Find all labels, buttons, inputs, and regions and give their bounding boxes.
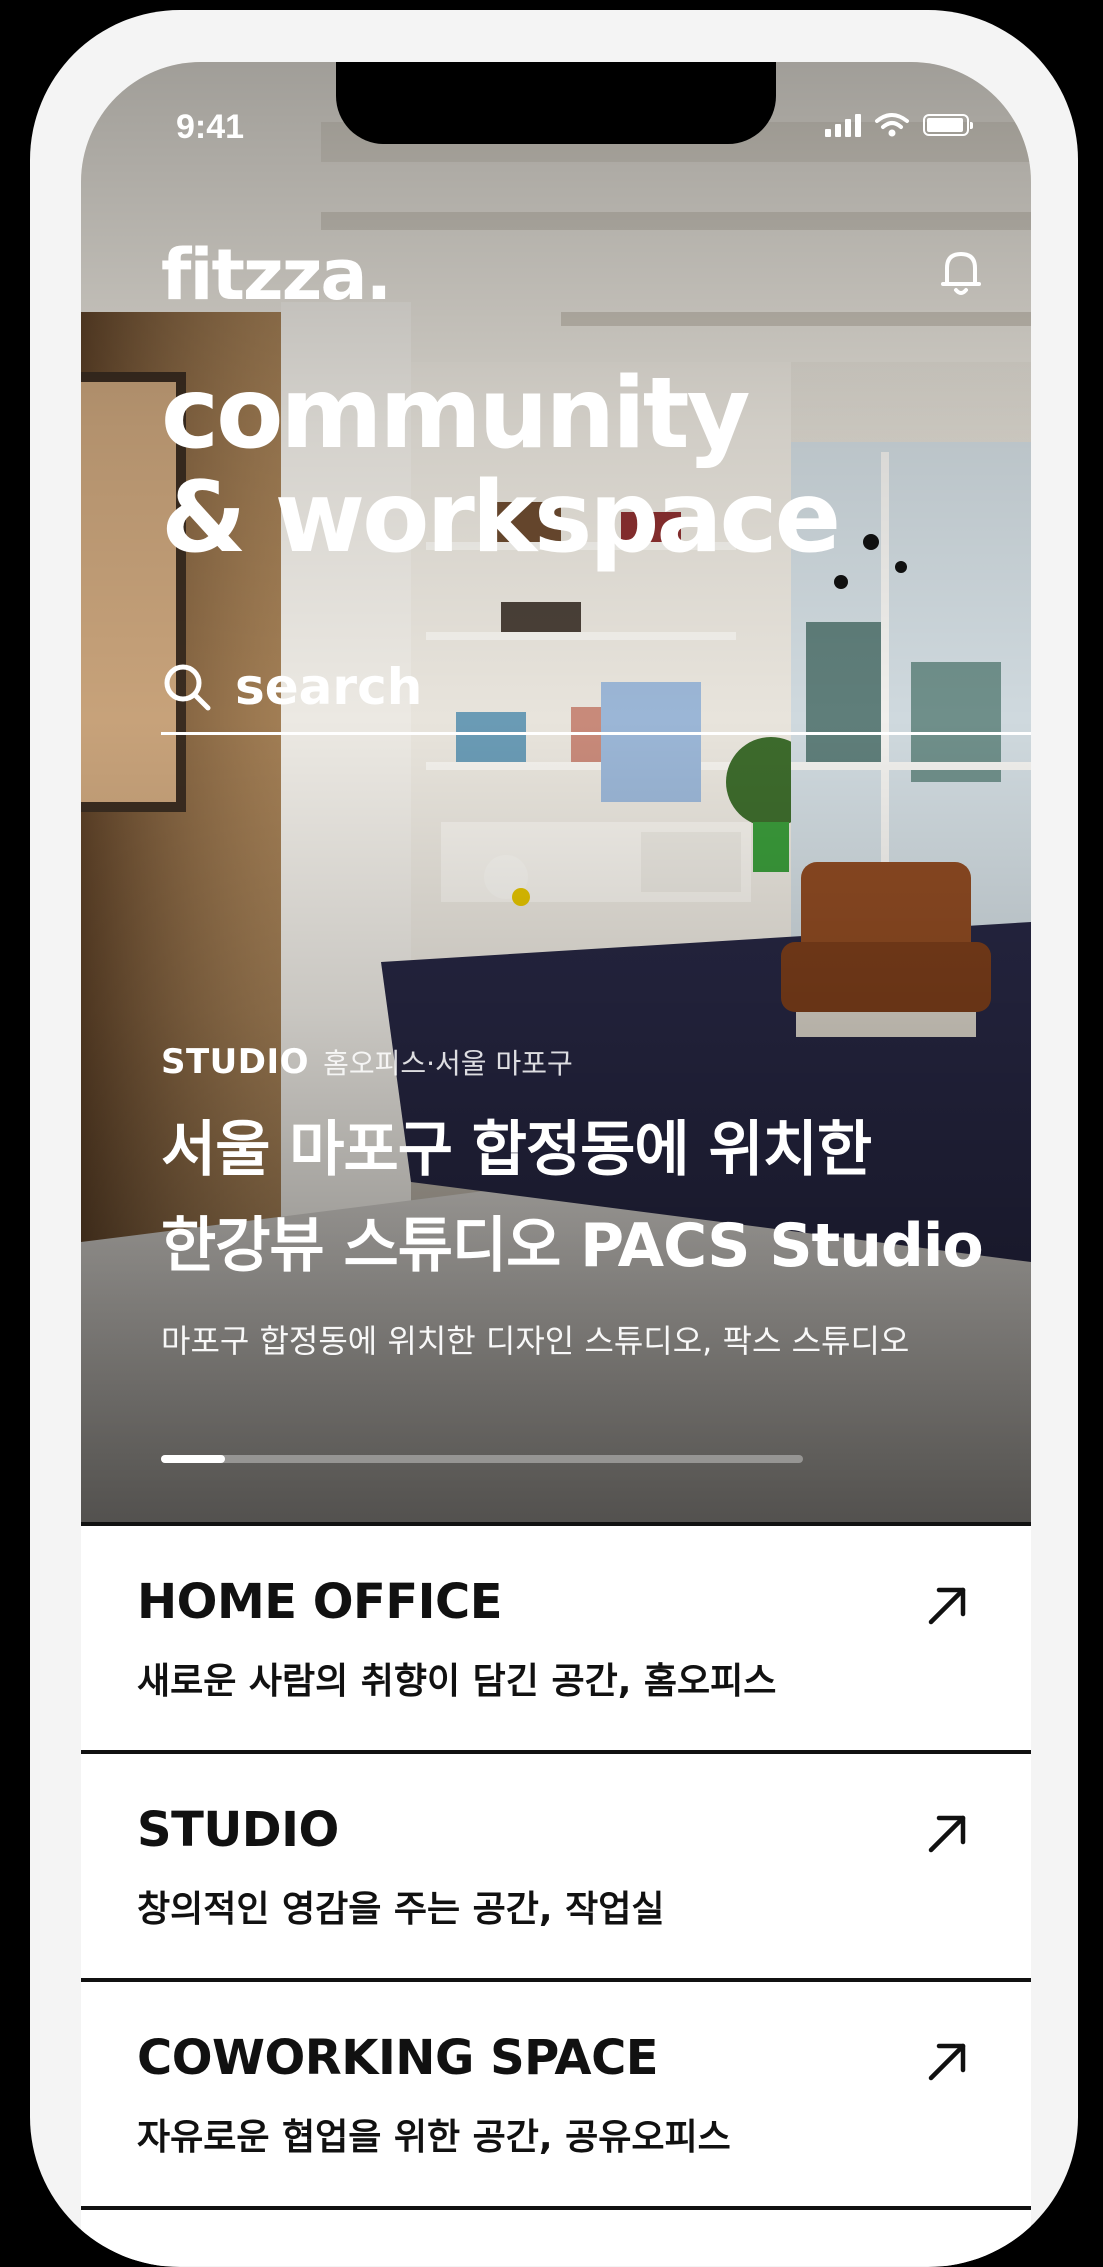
wifi-icon	[875, 113, 909, 137]
search-bar[interactable]	[161, 642, 1031, 735]
featured-title-line-2: 한강뷰 스튜디오 PACS Studio	[161, 1211, 984, 1281]
category-tagline: 창의적인 영감을 주는 공간, 작업실	[137, 1889, 665, 1930]
arrow-up-right-icon[interactable]	[925, 2038, 971, 2084]
category-home-office[interactable]: HOME OFFICE 새로운 사람의 취향이 담긴 공간, 홈오피스	[81, 1526, 1031, 1754]
phone-frame: 9:41 fitzza. community & workspace searc…	[30, 10, 1078, 2267]
category-coworking-space[interactable]: COWORKING SPACE 자유로운 협업을 위한 공간, 공유오피스	[81, 1982, 1031, 2210]
search-input[interactable]	[235, 658, 935, 716]
featured-space[interactable]: STUDIO 홈오피스·서울 마포구 서울 마포구 합정동에 위치한 한강뷰 스…	[161, 1042, 984, 1362]
featured-title-line-1: 서울 마포구 합정동에 위치한	[161, 1115, 872, 1185]
featured-category: STUDIO	[161, 1042, 310, 1082]
category-list: HOME OFFICE 새로운 사람의 취향이 담긴 공간, 홈오피스 STUD…	[81, 1526, 1031, 2210]
bell-icon[interactable]	[939, 248, 983, 302]
app-screen: 9:41 fitzza. community & workspace searc…	[81, 62, 1031, 2266]
category-tagline: 새로운 사람의 취향이 담긴 공간, 홈오피스	[137, 1661, 777, 1702]
category-name: HOME OFFICE	[137, 1574, 503, 1630]
battery-icon	[923, 114, 973, 136]
search-icon	[164, 664, 211, 711]
carousel-progress-fill	[161, 1455, 226, 1463]
category-studio[interactable]: STUDIO 창의적인 영감을 주는 공간, 작업실	[81, 1754, 1031, 1982]
hero-banner[interactable]: 9:41 fitzza. community & workspace searc…	[81, 62, 1031, 1522]
arrow-up-right-icon[interactable]	[925, 1810, 971, 1856]
featured-subcategory: 홈오피스·서울 마포구	[323, 1047, 573, 1080]
arrow-up-right-icon[interactable]	[925, 1582, 971, 1628]
headline-line-2: & workspace	[161, 461, 841, 575]
app-logo: fitzza.	[161, 234, 392, 316]
featured-description: 마포구 합정동에 위치한 디자인 스튜디오, 팍스 스튜디오	[161, 1322, 910, 1360]
device-notch	[336, 62, 776, 144]
status-time: 9:41	[176, 108, 245, 146]
status-icons	[825, 112, 973, 138]
featured-title: 서울 마포구 합정동에 위치한 한강뷰 스튜디오 PACS Studio	[161, 1102, 984, 1294]
signal-icon	[825, 113, 861, 137]
hero-headline: community & workspace	[161, 357, 841, 575]
carousel-progress	[161, 1455, 803, 1463]
category-name: STUDIO	[137, 1802, 339, 1858]
category-name: COWORKING SPACE	[137, 2030, 659, 2086]
headline-line-1: community	[161, 357, 751, 471]
category-tagline: 자유로운 협업을 위한 공간, 공유오피스	[137, 2117, 731, 2158]
